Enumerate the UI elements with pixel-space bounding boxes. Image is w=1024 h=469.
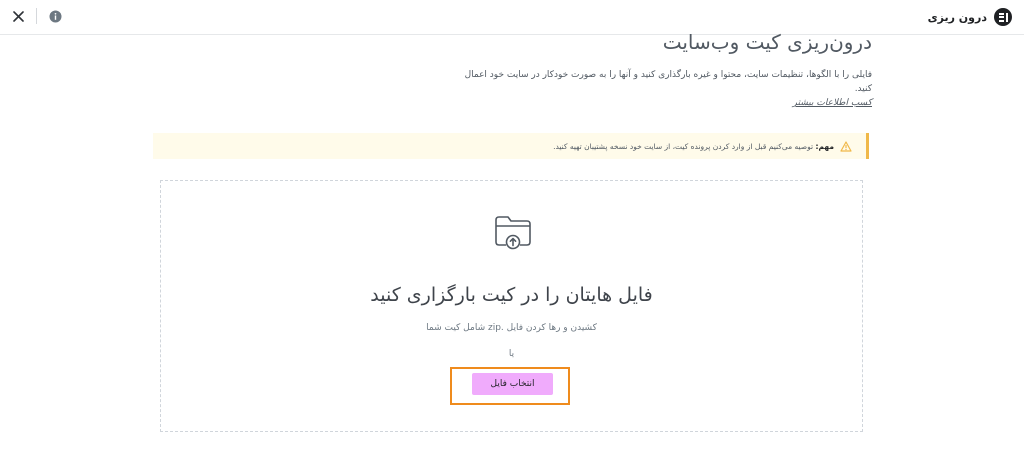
elementor-logo-icon	[994, 8, 1012, 26]
notice-text: مهم: توصیه می‌کنیم قبل از وارد کردن پرون…	[553, 142, 834, 151]
dropzone-or-label: یا	[508, 349, 515, 359]
select-file-button[interactable]: انتخاب فایل	[472, 373, 553, 395]
close-button[interactable]	[10, 8, 26, 24]
warning-icon	[840, 140, 852, 152]
notice-message: توصیه می‌کنیم قبل از وارد کردن پرونده کی…	[553, 141, 816, 151]
description-text: فایلی را با الگوها، تنظیمات سایت، محتوا …	[464, 70, 872, 94]
app-title: درون ریزی	[927, 10, 987, 24]
close-icon	[12, 10, 24, 22]
window-controls	[10, 8, 63, 24]
folder-upload-icon	[495, 216, 531, 250]
info-icon	[49, 10, 61, 22]
info-button[interactable]	[47, 8, 63, 24]
brand: درون ریزی	[928, 8, 1012, 26]
learn-more-link[interactable]: کسب اطلاعات بیشتر	[452, 96, 872, 110]
notice-label: مهم:	[815, 141, 834, 151]
dropzone-title: فایل هایتان را در کیت بارگزاری کنید	[370, 284, 653, 306]
dropzone-subtitle: کشیدن و رها کردن فایل .zip شامل کیت شما	[426, 323, 597, 333]
backup-notice: مهم: توصیه می‌کنیم قبل از وارد کردن پرون…	[153, 133, 869, 159]
page-title: درون‌ریزی کیت وب‌سایت	[662, 30, 872, 54]
file-dropzone[interactable]: فایل هایتان را در کیت بارگزاری کنید کشید…	[160, 180, 863, 432]
page-description: فایلی را با الگوها، تنظیمات سایت، محتوا …	[452, 68, 872, 110]
divider	[36, 8, 37, 24]
